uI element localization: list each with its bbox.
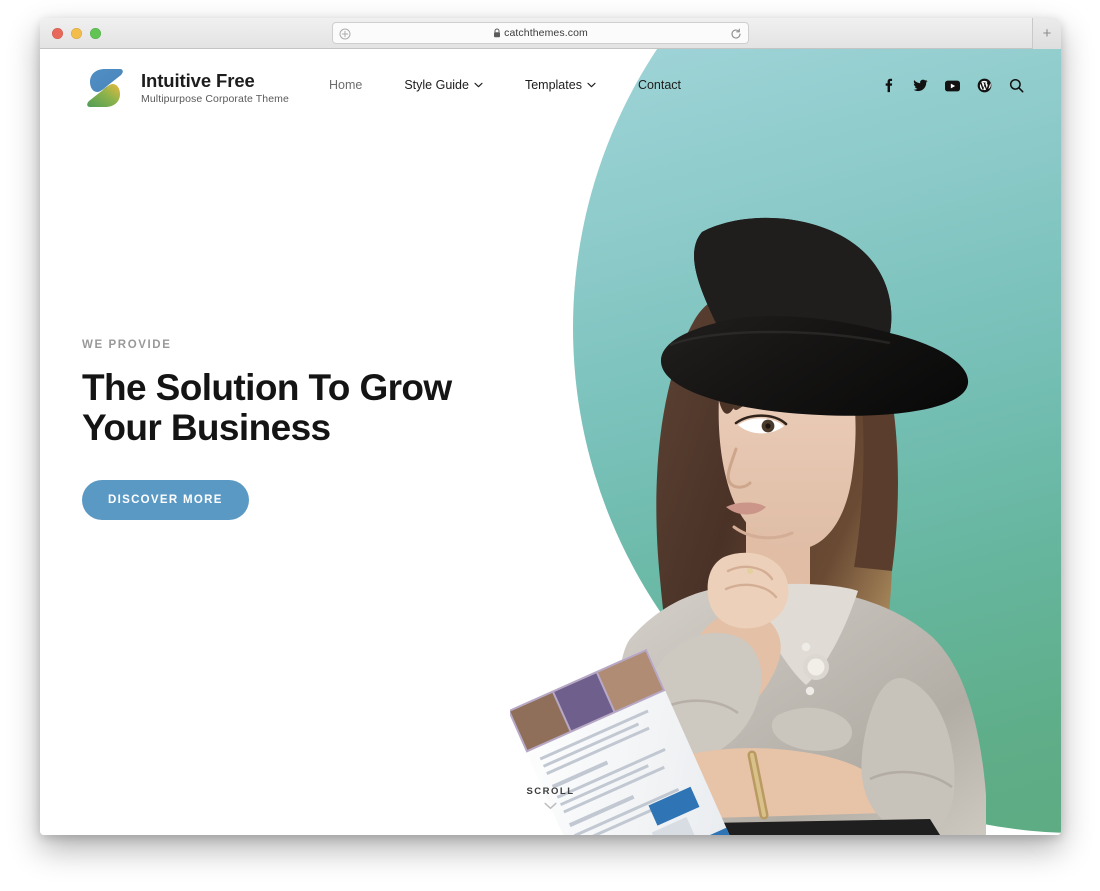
hero-image [510, 119, 1061, 835]
hand-fist [707, 552, 789, 629]
lock-icon [494, 28, 501, 38]
site-tagline: Multipurpose Corporate Theme [141, 92, 289, 105]
reload-icon[interactable] [730, 27, 742, 39]
page-info-icon[interactable] [339, 27, 351, 40]
close-window-button[interactable] [52, 28, 63, 39]
minimize-window-button[interactable] [71, 28, 82, 39]
button [801, 642, 811, 652]
nav-item-contact[interactable]: Contact [617, 78, 702, 92]
youtube-icon[interactable] [945, 78, 960, 93]
browser-toolbar: catchthemes.com + [40, 18, 1061, 49]
chevron-down-icon [587, 82, 596, 88]
site-header: Intuitive Free Multipurpose Corporate Th… [40, 49, 1061, 124]
nav-item-home[interactable]: Home [308, 78, 383, 92]
url-text: catchthemes.com [504, 27, 588, 39]
window-controls [52, 28, 101, 39]
search-icon[interactable] [1009, 78, 1024, 93]
intuitive-logo-mark [87, 69, 123, 107]
hero-eyebrow: WE PROVIDE [82, 339, 172, 351]
nav-label: Contact [637, 78, 682, 92]
nav-label: Home [329, 78, 363, 92]
discover-more-button[interactable]: DISCOVER MORE [82, 479, 249, 520]
browser-window: catchthemes.com + Intuitive Free Multipu… [40, 18, 1061, 835]
watch-face [807, 658, 825, 676]
url-display[interactable]: catchthemes.com [493, 27, 588, 39]
page-viewport: Intuitive Free Multipurpose Corporate Th… [40, 49, 1061, 835]
zoom-window-button[interactable] [90, 28, 101, 39]
scroll-label: SCROLL [526, 786, 575, 797]
pupil [765, 423, 771, 429]
nav-label: Templates [524, 78, 582, 92]
hero-copy: WE PROVIDE The Solution To Grow Your Bus… [82, 339, 552, 520]
social-links [881, 78, 1024, 93]
hero-title: The Solution To Grow Your Business [82, 367, 452, 449]
chevron-down-icon [544, 802, 557, 810]
site-title: Intuitive Free [141, 70, 255, 92]
nav-label: Style Guide [404, 78, 469, 92]
ring [747, 568, 753, 574]
new-tab-button[interactable]: + [1032, 18, 1061, 49]
facebook-icon[interactable] [881, 78, 896, 93]
wordpress-icon[interactable] [977, 78, 992, 93]
address-bar[interactable]: catchthemes.com [332, 22, 749, 44]
chevron-down-icon [474, 82, 483, 88]
nav-item-style-guide[interactable]: Style Guide [383, 78, 504, 92]
new-tab-label: + [1042, 25, 1052, 42]
twitter-icon[interactable] [913, 78, 928, 93]
brand-text: Intuitive Free Multipurpose Corporate Th… [141, 70, 289, 105]
nav-item-templates[interactable]: Templates [504, 78, 617, 92]
brand-logo-link[interactable]: Intuitive Free Multipurpose Corporate Th… [82, 66, 289, 110]
primary-navigation: Home Style Guide Templates Contact [308, 78, 702, 92]
button [805, 686, 815, 696]
scroll-indicator[interactable]: SCROLL [40, 786, 1061, 810]
hat-crown [694, 217, 892, 333]
